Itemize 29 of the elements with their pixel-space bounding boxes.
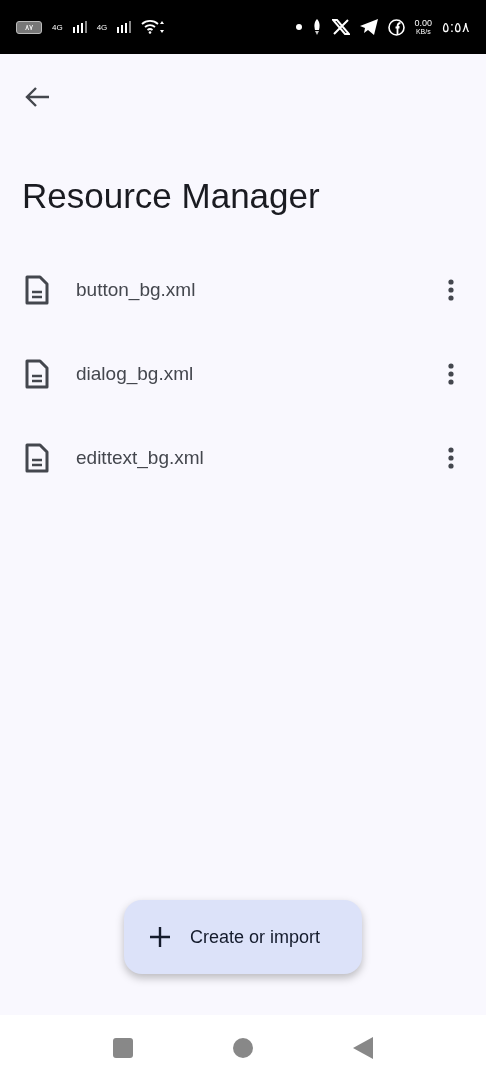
x-logo-icon — [331, 19, 350, 35]
document-icon — [24, 443, 50, 473]
plus-icon — [150, 927, 170, 947]
network-speed: 0.00 — [414, 19, 433, 28]
file-name[interactable]: edittext_bg.xml — [76, 447, 448, 469]
clock: ٥:٥٨ — [442, 19, 470, 35]
file-name[interactable]: dialog_bg.xml — [76, 363, 448, 385]
paper-plane-icon — [359, 19, 378, 35]
recent-apps-icon[interactable] — [113, 1037, 133, 1058]
back-arrow-icon[interactable] — [24, 86, 50, 108]
signal-icon — [117, 21, 132, 33]
wifi-icon — [141, 20, 166, 34]
rocket-icon — [311, 19, 322, 35]
dot-icon — [295, 24, 302, 30]
home-icon[interactable] — [233, 1037, 253, 1058]
create-or-import-button[interactable]: Create or import — [124, 900, 362, 974]
file-name[interactable]: button_bg.xml — [76, 279, 448, 301]
more-options-icon[interactable] — [448, 363, 454, 385]
document-icon — [24, 359, 50, 389]
facebook-icon — [387, 18, 405, 36]
document-icon — [24, 275, 50, 305]
more-options-icon[interactable] — [448, 447, 454, 469]
signal-label: 4G — [96, 22, 108, 32]
battery-indicator: ٨٧ — [16, 20, 42, 34]
more-options-icon[interactable] — [448, 279, 454, 301]
signal-label: 4G — [52, 22, 63, 32]
page-title: Resource Manager — [21, 175, 321, 217]
back-icon[interactable] — [353, 1036, 373, 1059]
signal-icon — [72, 21, 87, 33]
